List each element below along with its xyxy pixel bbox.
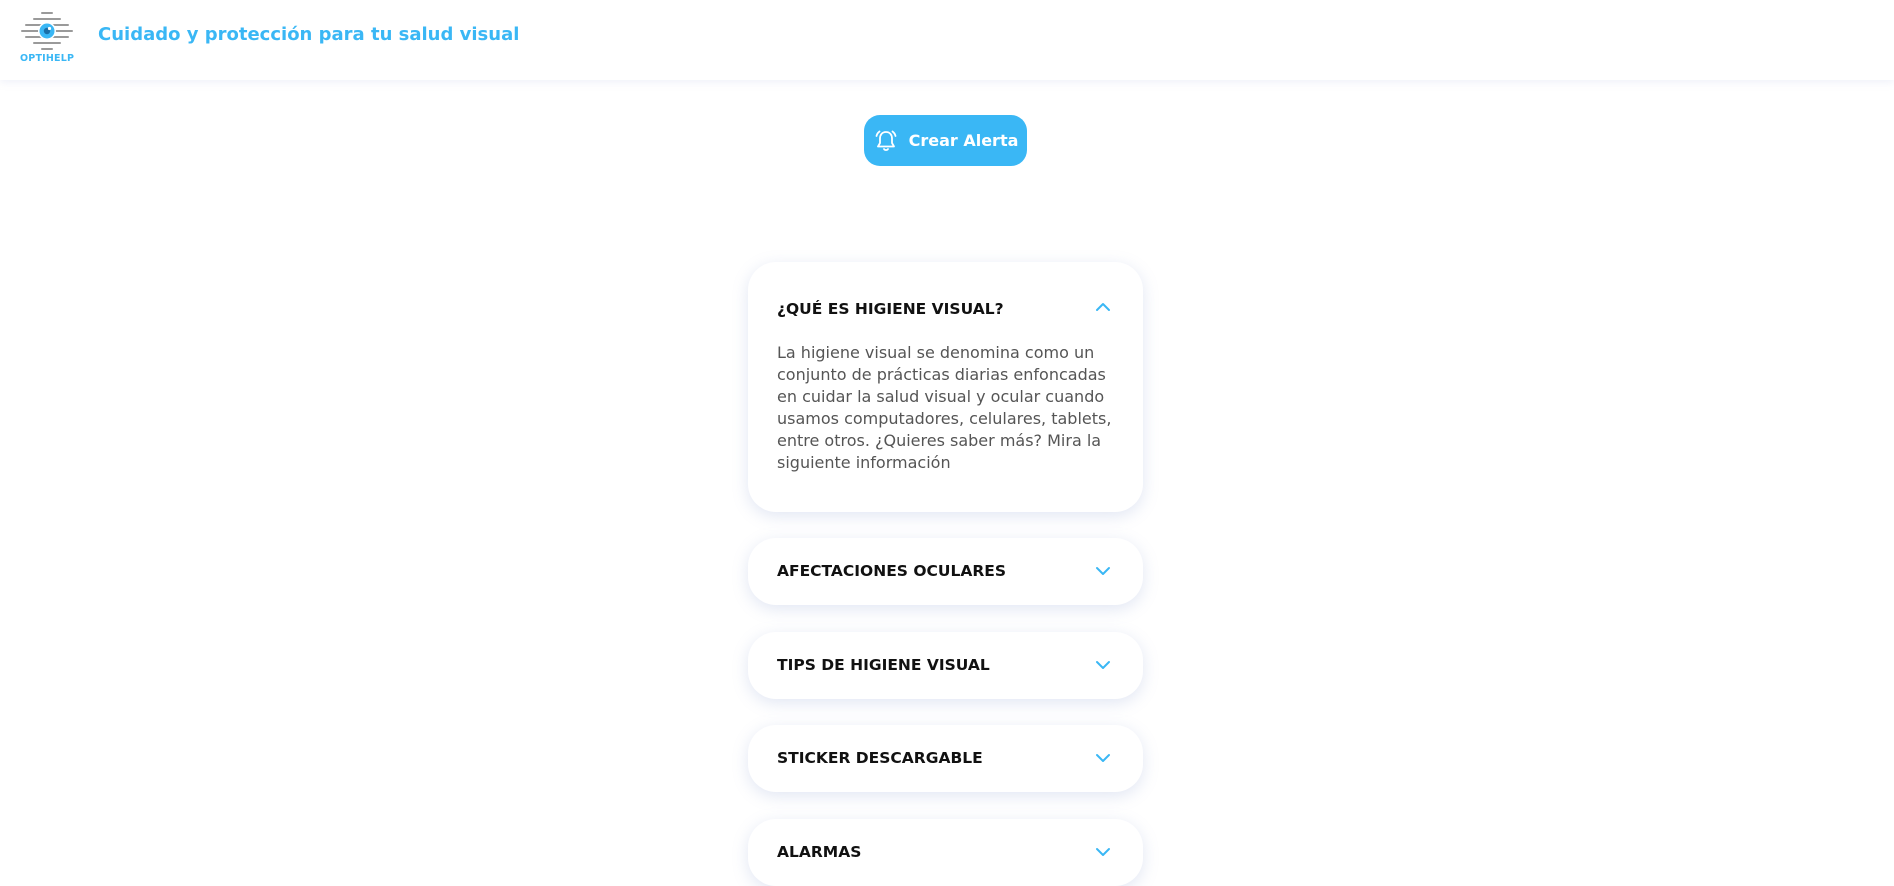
chevron-down-icon[interactable] [1095, 753, 1111, 763]
site-tagline: Cuidado y protección para tu salud visua… [98, 24, 520, 45]
accordion-title: AFECTACIONES OCULARES [777, 562, 1007, 580]
eye-logo-icon [21, 12, 73, 50]
accordion-item-sticker-descargable: STICKER DESCARGABLE [748, 725, 1143, 792]
chevron-up-icon[interactable] [1095, 302, 1111, 312]
accordion-title: ALARMAS [777, 843, 862, 861]
accordion-header[interactable]: TIPS DE HIGIENE VISUAL [748, 632, 1143, 699]
accordion-item-alarmas: ALARMAS [748, 819, 1143, 886]
accordion-item-tips-higiene-visual: TIPS DE HIGIENE VISUAL [748, 632, 1143, 699]
accordion-item-afectaciones-oculares: AFECTACIONES OCULARES [748, 538, 1143, 605]
accordion-header[interactable]: STICKER DESCARGABLE [748, 725, 1143, 792]
create-alert-button[interactable]: Crear Alerta [864, 115, 1027, 166]
accordion-title: STICKER DESCARGABLE [777, 749, 983, 767]
chevron-down-icon[interactable] [1095, 847, 1111, 857]
logo-text: OPTIHELP [20, 53, 75, 64]
accordion-item-higiene-visual: ¿QUÉ ES HIGIENE VISUAL? La higiene visua… [748, 262, 1143, 512]
create-alert-label: Crear Alerta [908, 131, 1019, 150]
accordion-title: TIPS DE HIGIENE VISUAL [777, 656, 990, 674]
site-header: OPTIHELP Cuidado y protección para tu sa… [0, 0, 1894, 80]
chevron-down-icon[interactable] [1095, 566, 1111, 576]
accordion-header[interactable]: AFECTACIONES OCULARES [748, 538, 1143, 605]
bell-icon [875, 130, 896, 151]
accordion-header[interactable]: ALARMAS [748, 819, 1143, 886]
optihelp-logo[interactable]: OPTIHELP [20, 10, 74, 68]
accordion-body-text: La higiene visual se denomina como un co… [777, 343, 1112, 472]
chevron-down-icon[interactable] [1095, 660, 1111, 670]
